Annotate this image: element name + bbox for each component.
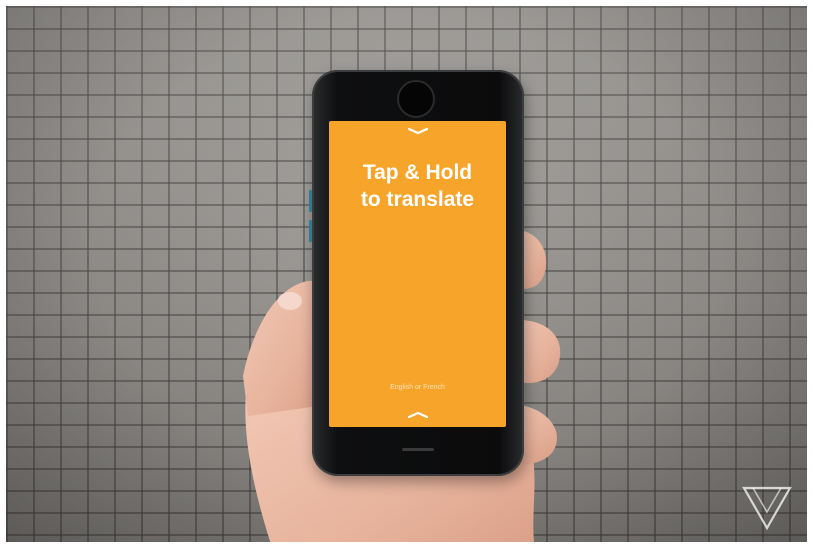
camera-icon [397, 80, 435, 118]
prompt-line-1: Tap & Hold [362, 161, 473, 184]
verge-logo-icon [742, 486, 792, 531]
app-screen[interactable]: Tap & Hold to translate English or Frenc… [329, 121, 506, 427]
volume-up-button [309, 190, 312, 212]
prompt-line-2: to translate [360, 188, 475, 211]
phone: Tap & Hold to translate English or Frenc… [309, 70, 524, 476]
translate-prompt[interactable]: Tap & Hold to translate [329, 159, 506, 213]
chevron-up-icon[interactable] [407, 409, 429, 421]
chevron-down-icon[interactable] [407, 125, 429, 137]
home-indicator [402, 448, 434, 451]
language-hint[interactable]: English or French [329, 384, 506, 391]
photo: Tap & Hold to translate English or Frenc… [6, 6, 807, 542]
volume-down-button [309, 220, 312, 242]
